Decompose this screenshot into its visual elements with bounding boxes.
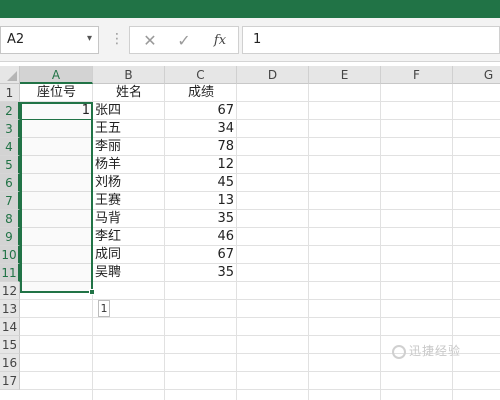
cell-name[interactable]: 王赛: [93, 192, 165, 210]
cell-name[interactable]: 李丽: [93, 138, 165, 156]
selection-range: [20, 102, 93, 293]
grip-icon[interactable]: ⋮: [110, 31, 124, 47]
cell-score[interactable]: 46: [165, 228, 237, 246]
cell-header-seat[interactable]: 座位号: [20, 84, 93, 102]
row-header-8[interactable]: 8: [0, 210, 20, 228]
column-header-d[interactable]: D: [237, 66, 309, 84]
auto-fill-options-button[interactable]: 1: [98, 300, 110, 317]
row-header-10[interactable]: 10: [0, 246, 20, 264]
insert-function-icon[interactable]: fx: [208, 31, 232, 51]
cell-name[interactable]: 王五: [93, 120, 165, 138]
row-header-7[interactable]: 7: [0, 192, 20, 210]
cell-score[interactable]: 78: [165, 138, 237, 156]
cell-name[interactable]: 刘杨: [93, 174, 165, 192]
gridline-vertical: [380, 84, 381, 400]
cell-name[interactable]: 李红: [93, 228, 165, 246]
watermark-logo-icon: [392, 344, 406, 359]
formula-bar: A2 ▾ ⋮ ✕ ✓ fx 1: [0, 18, 500, 62]
column-header-g[interactable]: G: [453, 66, 500, 84]
formula-value: 1: [253, 32, 262, 47]
check-icon[interactable]: ✓: [172, 31, 196, 51]
cell-header-score[interactable]: 成绩: [165, 84, 237, 102]
cancel-icon[interactable]: ✕: [138, 31, 162, 51]
row-header-12[interactable]: 12: [0, 282, 20, 300]
row-header-9[interactable]: 9: [0, 228, 20, 246]
cell-score[interactable]: 67: [165, 246, 237, 264]
row-header-15[interactable]: 15: [0, 336, 20, 354]
cell-score[interactable]: 34: [165, 120, 237, 138]
column-header-a[interactable]: A: [20, 66, 93, 84]
watermark-text: 迅捷经验: [409, 344, 462, 358]
cell-header-name[interactable]: 姓名: [93, 84, 165, 102]
row-header-13[interactable]: 13: [0, 300, 20, 318]
cell-name[interactable]: 张四: [93, 102, 165, 120]
row-header-5[interactable]: 5: [0, 156, 20, 174]
row-header-4[interactable]: 4: [0, 138, 20, 156]
cell-score[interactable]: 35: [165, 264, 237, 282]
watermark: 迅捷经验: [392, 342, 461, 359]
gridline-vertical: [308, 84, 309, 400]
column-header-e[interactable]: E: [309, 66, 381, 84]
cell-score[interactable]: 67: [165, 102, 237, 120]
select-all-icon: [7, 71, 17, 81]
title-bar: [0, 0, 500, 18]
row-header-11[interactable]: 11: [0, 264, 20, 282]
row-header-17[interactable]: 17: [0, 372, 20, 390]
row-header-6[interactable]: 6: [0, 174, 20, 192]
row-header-16[interactable]: 16: [0, 354, 20, 372]
cell-score[interactable]: 45: [165, 174, 237, 192]
select-all-button[interactable]: [0, 66, 20, 84]
formula-buttons: ✕ ✓ fx: [129, 26, 239, 54]
row-header-14[interactable]: 14: [0, 318, 20, 336]
cell-score[interactable]: 35: [165, 210, 237, 228]
row-header-1[interactable]: 1: [0, 84, 20, 102]
name-box-value: A2: [7, 32, 25, 47]
cell-name[interactable]: 马背: [93, 210, 165, 228]
fill-handle[interactable]: [89, 289, 95, 295]
formula-input[interactable]: 1: [242, 26, 500, 54]
cell-name[interactable]: 杨羊: [93, 156, 165, 174]
row-header-2[interactable]: 2: [0, 102, 20, 120]
cell-score[interactable]: 13: [165, 192, 237, 210]
column-header-c[interactable]: C: [165, 66, 237, 84]
cell-name[interactable]: 成同: [93, 246, 165, 264]
row-header-3[interactable]: 3: [0, 120, 20, 138]
active-cell: [21, 103, 92, 120]
cell-name[interactable]: 吴聘: [93, 264, 165, 282]
column-header-f[interactable]: F: [381, 66, 453, 84]
name-box[interactable]: A2 ▾: [0, 26, 99, 54]
column-header-b[interactable]: B: [93, 66, 165, 84]
chevron-down-icon[interactable]: ▾: [87, 33, 92, 44]
cell-score[interactable]: 12: [165, 156, 237, 174]
